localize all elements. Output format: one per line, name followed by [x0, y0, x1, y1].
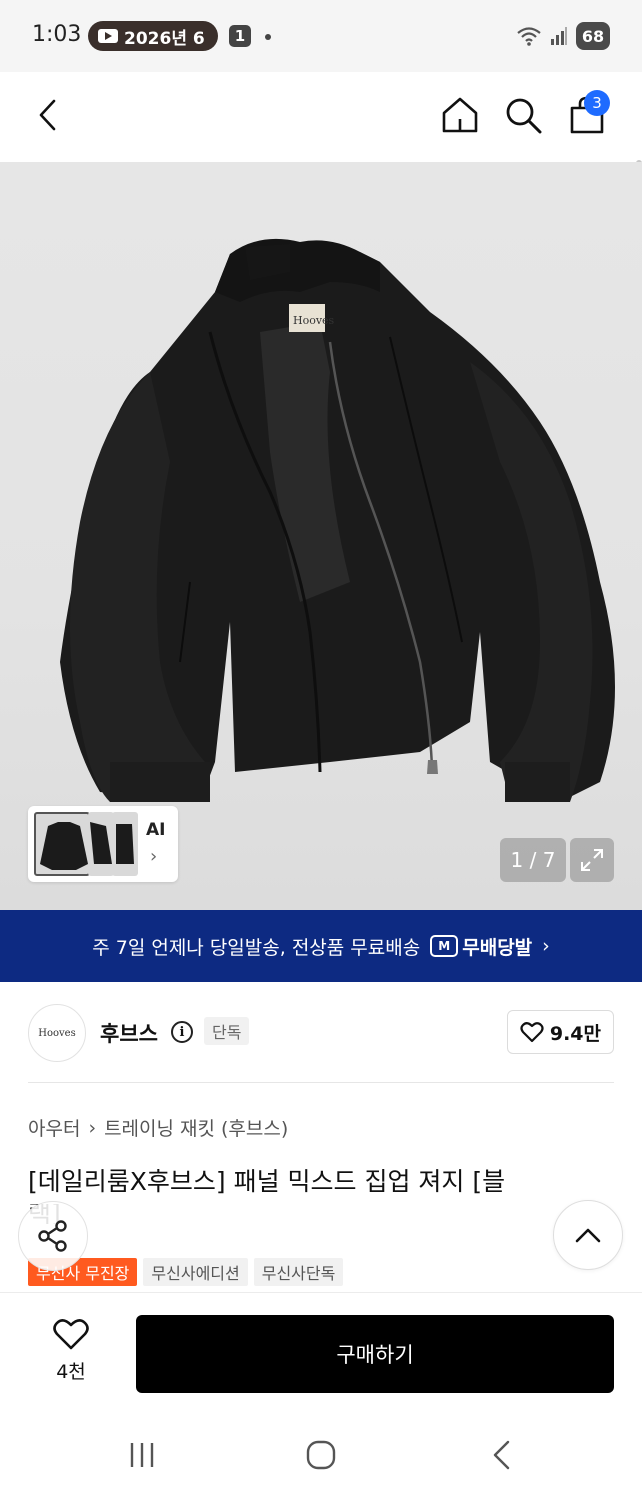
divider — [28, 1082, 614, 1083]
banner-chevron-icon: › — [542, 935, 550, 957]
wishlist-count: 4천 — [56, 1361, 86, 1383]
banner-text: 주 7일 언제나 당일발송, 전상품 무료배송 — [92, 936, 421, 959]
youtube-icon — [98, 29, 118, 43]
recent-apps-button[interactable] — [112, 1432, 172, 1478]
search-button[interactable] — [498, 90, 548, 140]
buy-button[interactable]: 구매하기 — [136, 1315, 614, 1393]
product-tag: 무신사에디션 — [143, 1258, 248, 1286]
home-icon — [442, 97, 478, 133]
thumbnail-2[interactable] — [88, 812, 114, 876]
banner-logo: M 무배당발 — [430, 933, 532, 960]
status-indicators: 68 — [516, 22, 610, 50]
heart-icon — [520, 1022, 544, 1043]
share-icon — [38, 1220, 67, 1252]
scroll-to-top-button[interactable] — [553, 1200, 623, 1270]
brand-name[interactable]: 후브스 — [100, 1018, 158, 1048]
recent-apps-icon — [130, 1443, 154, 1467]
home-button[interactable] — [435, 90, 485, 140]
expand-button[interactable] — [570, 838, 614, 882]
search-icon — [506, 98, 542, 134]
app-header: 3 — [0, 72, 642, 220]
image-brand-label: Hooves — [293, 314, 335, 327]
image-counter: 1 / 7 — [500, 838, 566, 882]
notification-pill-text: 2026년 6 — [124, 28, 205, 49]
breadcrumb-category[interactable]: 아우터 — [28, 1114, 80, 1141]
brand-like-button[interactable]: 9.4만 — [506, 1010, 614, 1054]
thumbnail-1[interactable] — [34, 812, 90, 876]
status-bar: 1:03 2026년 6 1 68 — [0, 0, 642, 72]
signal-icon — [551, 27, 567, 45]
nav-back-button[interactable] — [472, 1432, 532, 1478]
brand-logo[interactable]: Hooves — [28, 1004, 86, 1062]
breadcrumb: 아우터 › 트레이닝 재킷 (후브스) — [28, 1114, 288, 1141]
brand-like-count: 9.4만 — [549, 1022, 601, 1045]
jacket-photo: Hooves — [60, 238, 615, 802]
notification-pill[interactable]: 2026년 6 — [88, 21, 218, 51]
delivery-truck-icon: M — [430, 935, 459, 957]
share-button[interactable] — [18, 1201, 88, 1271]
product-tag: 무신사단독 — [253, 1258, 344, 1286]
notification-count-badge: 1 — [229, 25, 251, 47]
heart-icon — [53, 1319, 89, 1350]
wishlist-button[interactable]: 4천 — [40, 1317, 102, 1387]
battery-indicator: 68 — [576, 22, 610, 50]
expand-icon — [581, 849, 603, 871]
cart-count-badge: 3 — [584, 90, 610, 116]
nav-back-icon — [493, 1440, 510, 1470]
thumbnail-strip[interactable]: AI › — [28, 806, 178, 882]
chevron-up-icon — [575, 1228, 601, 1243]
home-circle-icon — [306, 1440, 336, 1470]
back-button[interactable] — [24, 90, 74, 140]
home-nav-button[interactable] — [291, 1432, 351, 1478]
product-title: [데일리룸X후브스] 패널 믹스드 집업 져지 [블 — [28, 1167, 506, 1196]
cart-button[interactable]: 3 — [562, 90, 612, 140]
banner-logo-text: 무배당발 — [462, 936, 533, 959]
system-nav-bar — [0, 1410, 642, 1500]
thumbnail-chevron-icon: › — [150, 846, 158, 867]
status-time: 1:03 — [32, 22, 82, 47]
breadcrumb-separator-icon: › — [88, 1116, 97, 1139]
ai-label: AI — [146, 820, 166, 840]
brand-row: Hooves 후브스 i 단독 9.4만 — [0, 982, 642, 1082]
more-notifications-dot — [265, 34, 271, 40]
thumbnail-3[interactable] — [112, 812, 138, 876]
back-arrow-icon — [39, 99, 56, 131]
delivery-banner[interactable]: 주 7일 언제나 당일발송, 전상품 무료배송 M 무배당발 › — [0, 910, 642, 982]
wifi-icon — [517, 27, 541, 46]
bottom-action-bar: 4천 구매하기 — [0, 1292, 642, 1410]
info-icon[interactable]: i — [171, 1021, 193, 1043]
product-image[interactable]: Hooves AI › 1 / 7 — [0, 162, 642, 910]
exclusive-tag: 단독 — [204, 1017, 250, 1045]
breadcrumb-subcategory[interactable]: 트레이닝 재킷 (후브스) — [104, 1114, 288, 1141]
